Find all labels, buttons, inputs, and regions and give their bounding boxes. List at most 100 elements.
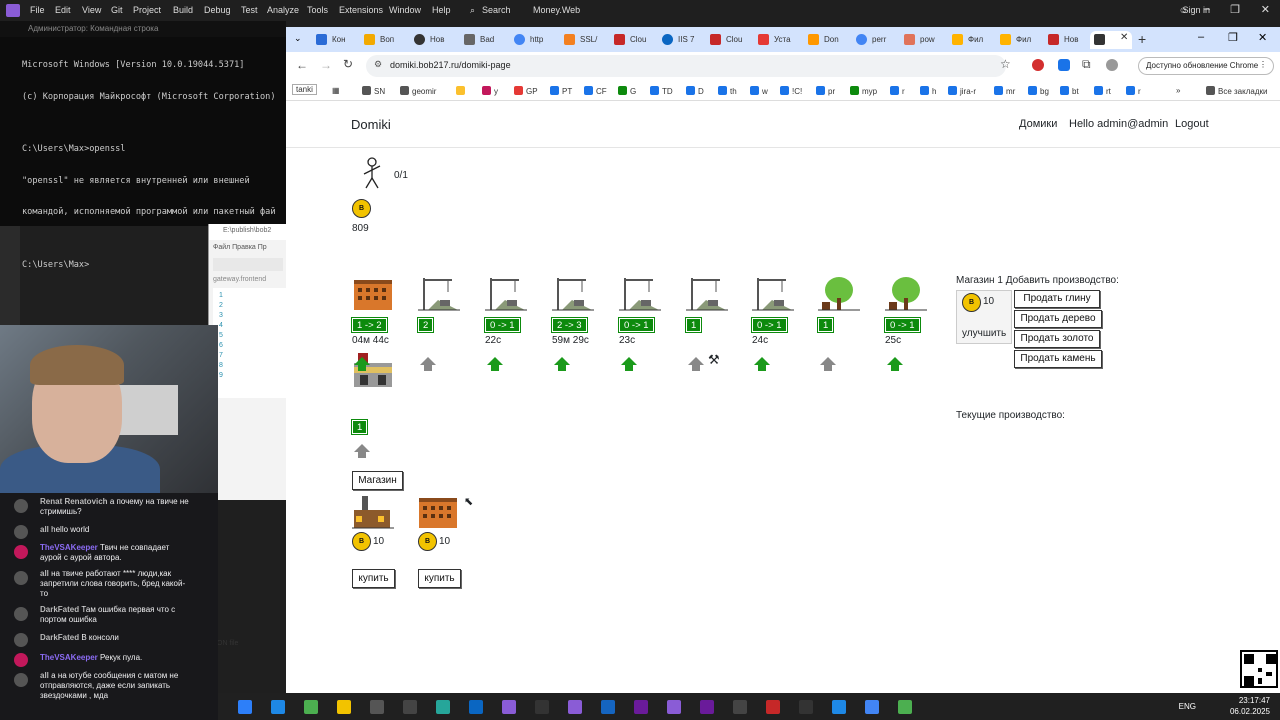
upgrade-arrow-green-icon[interactable] [887,357,903,365]
taskbar-app-icon[interactable] [865,700,879,714]
taskbar-app-icon[interactable] [337,700,351,714]
new-tab-icon[interactable]: + [1138,31,1146,47]
taskbar-app-icon[interactable] [634,700,648,714]
back-icon[interactable]: ← [296,58,308,72]
nav-domiki[interactable]: Домики [1019,118,1057,130]
tab[interactable]: Кон [312,31,358,49]
upgrade-arrow-gray-icon[interactable] [688,357,704,365]
taskbar-app-icon[interactable] [832,700,846,714]
taskbar-app-icon[interactable] [502,700,516,714]
menu-debug[interactable]: Debug [204,5,231,15]
language-indicator[interactable]: ENG [1179,702,1196,711]
close-window-icon[interactable]: ✕ [1258,31,1267,44]
upgrade-arrow-green-icon[interactable] [754,357,770,365]
bookmark[interactable]: r [890,86,905,96]
minimize-icon[interactable]: – [1198,31,1204,43]
tab-search-icon[interactable]: ⌄ [294,33,302,44]
tab[interactable]: Нов [1044,31,1090,49]
bookmark[interactable]: D [686,86,704,96]
bookmark[interactable]: !C! [780,86,802,96]
taskbar-app-icon[interactable] [271,700,285,714]
taskbar-app-icon[interactable] [370,700,384,714]
extension-icon[interactable] [1058,59,1070,71]
menu-file[interactable]: File [30,5,45,15]
nav-logout[interactable]: Logout [1175,118,1209,130]
nav-hello-user[interactable]: Hello admin@admin [1069,118,1168,130]
upgrade-arrow-green-icon[interactable] [354,357,370,365]
menu-help[interactable]: Help [432,5,451,15]
bookmark[interactable]: rt [1094,86,1111,96]
tab[interactable]: Уста [754,31,800,49]
tab[interactable]: Don [804,31,850,49]
taskbar-app-icon[interactable] [436,700,450,714]
tab[interactable]: pow [900,31,946,49]
bookmark[interactable]: y [482,86,498,96]
bookmark[interactable]: CF [584,86,607,96]
bookmark[interactable]: PT [550,86,572,96]
tab[interactable]: Clou [610,31,656,49]
tab[interactable]: SSL/ [560,31,606,49]
menu-edit[interactable]: Edit [55,5,71,15]
reload-icon[interactable]: ↻ [343,57,353,71]
bookmark[interactable]: h [920,86,936,96]
sell-gold-button[interactable]: Продать золото [1014,330,1100,348]
taskbar-app-icon[interactable] [535,700,549,714]
bookmark[interactable]: SN [362,86,385,96]
command-prompt-window[interactable]: Администратор: Командная строка Microsof… [0,21,286,270]
bookmark[interactable]: geomir [400,86,436,96]
bookmark[interactable]: pr [816,86,835,96]
menu-view[interactable]: View [82,5,101,15]
bookmark[interactable]: tanki [292,84,317,95]
tab[interactable]: Clou [706,31,752,49]
site-info-icon[interactable]: ⚙ [374,59,382,70]
chrome-update-button[interactable]: Доступно обновление Chrome ⋮ [1138,57,1274,75]
upgrade-arrow-gray-icon[interactable] [420,357,436,365]
tab[interactable]: perr [852,31,898,49]
bookmark[interactable] [456,86,468,96]
taskbar-app-icon[interactable] [898,700,912,714]
buy-house-button[interactable]: купить [418,569,461,588]
sell-stone-button[interactable]: Продать камень [1014,350,1102,368]
minimize-icon[interactable]: – [1204,3,1210,15]
tab[interactable]: Нов [410,31,456,49]
bookmark[interactable]: bt [1060,86,1079,96]
maximize-icon[interactable]: ❐ [1228,31,1238,44]
bookmark[interactable]: r [1126,86,1141,96]
bookmark[interactable]: w [750,86,768,96]
menu-window[interactable]: Window [389,5,421,15]
extension-icon[interactable] [1032,59,1044,71]
buy-factory-button[interactable]: купить [352,569,395,588]
upgrade-arrow-green-icon[interactable] [621,357,637,365]
taskbar-app-icon[interactable] [403,700,417,714]
bookmark[interactable]: myp [850,86,877,96]
sell-wood-button[interactable]: Продать дерево [1014,310,1102,328]
tab[interactable]: http [510,31,556,49]
sell-clay-button[interactable]: Продать глину [1014,290,1100,308]
bookmark[interactable]: mr [994,86,1015,96]
menu-tools[interactable]: Tools [307,5,328,15]
file-explorer-window[interactable]: E:\publish\bob2 Файл Правка Пр gateway.f… [208,224,287,647]
bookmark-star-icon[interactable]: ☆ [1000,57,1011,71]
build-tools-icon[interactable]: ⚒ [708,352,720,368]
taskbar-app-icon[interactable] [799,700,813,714]
taskbar-app-icon[interactable] [601,700,615,714]
taskbar-app-icon[interactable] [238,700,252,714]
shop-button[interactable]: Магазин [352,471,403,490]
tab[interactable]: Фил [996,31,1042,49]
gateway-file-tab[interactable]: gateway.frontend [213,276,266,283]
system-clock[interactable]: 23:17:47 06.02.2025 [1230,695,1270,717]
taskbar-app-icon[interactable] [667,700,681,714]
explorer-menu[interactable]: Файл Правка Пр [213,244,291,251]
upgrade-arrow-green-icon[interactable] [487,357,503,365]
taskbar-app-icon[interactable] [568,700,582,714]
taskbar-app-icon[interactable] [304,700,318,714]
extensions-puzzle-icon[interactable]: ⧉ [1082,57,1091,72]
bookmark[interactable]: bg [1028,86,1049,96]
taskbar-app-icon[interactable] [700,700,714,714]
maximize-icon[interactable]: ❐ [1230,3,1240,16]
menu-analyze[interactable]: Analyze [267,5,299,15]
tab-active[interactable]: ✕ [1090,31,1132,49]
bookmark[interactable]: th [718,86,737,96]
bookmark[interactable]: G [618,86,636,96]
tab[interactable]: IIS 7 [658,31,704,49]
